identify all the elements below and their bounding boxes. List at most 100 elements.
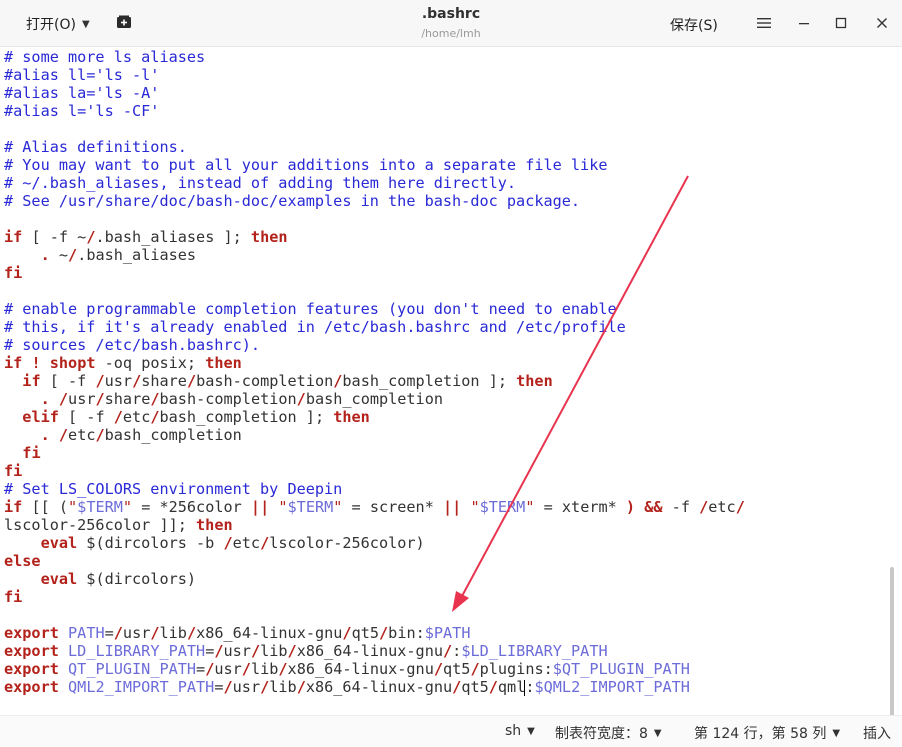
- close-button[interactable]: [870, 12, 894, 34]
- code-token: export: [4, 660, 59, 678]
- code-token: qml: [497, 678, 526, 696]
- language-selector[interactable]: sh ▼: [505, 723, 535, 739]
- code-token: /: [250, 642, 261, 660]
- code-token: # some more ls aliases: [4, 48, 206, 66]
- maximize-button[interactable]: [829, 12, 853, 34]
- code-token: bash-completion: [159, 390, 297, 408]
- code-token: &&: [644, 498, 663, 516]
- code-token: usr: [214, 660, 242, 678]
- code-token: x86_64-linux-gnu: [305, 678, 453, 696]
- code-token: QML2_IMPORT_PATH: [68, 678, 215, 696]
- code-token: bash_completion: [104, 426, 242, 444]
- code-token: /: [260, 678, 270, 696]
- code-token: x86_64-linux-gnu: [296, 642, 443, 660]
- code-token: /: [452, 678, 462, 696]
- code-token: /: [223, 678, 233, 696]
- code-token: /: [186, 372, 197, 390]
- code-token: usr: [104, 372, 133, 390]
- code-token: lib: [260, 642, 288, 660]
- code-token: fi: [4, 264, 23, 282]
- code-token: if: [22, 372, 41, 390]
- code-line: # You may want to put all your additions…: [4, 156, 745, 174]
- code-line: fi: [4, 444, 745, 462]
- code-token: share: [104, 390, 151, 408]
- code-token: /: [113, 624, 123, 642]
- code-token: else: [4, 552, 41, 570]
- code-line: #alias l='ls -CF': [4, 102, 745, 120]
- code-token: fi: [4, 588, 23, 606]
- code-token: bash_completion ];: [159, 408, 334, 426]
- code-token: lscolor-256color ]];: [4, 516, 197, 534]
- code-token: = xterm*: [534, 498, 626, 516]
- chevron-down-icon: ▼: [653, 727, 662, 739]
- code-token: ": [68, 498, 78, 516]
- code-token: fi: [22, 444, 41, 462]
- save-button[interactable]: 保存(S): [670, 15, 718, 35]
- code-token: export: [4, 678, 59, 696]
- code-token: /: [342, 624, 352, 642]
- code-line: # this, if it's already enabled in /etc/…: [4, 318, 745, 336]
- code-token: !: [31, 354, 41, 372]
- code-token: .: [40, 426, 50, 444]
- code-token: -oq posix;: [95, 354, 206, 372]
- code-token: PATH: [68, 624, 105, 642]
- code-token: fi: [4, 462, 23, 480]
- code-token: /: [433, 660, 444, 678]
- code-token: =: [214, 678, 224, 696]
- code-token: #alias la='ls -A': [4, 84, 160, 102]
- vertical-scrollbar[interactable]: [890, 567, 894, 715]
- insert-mode-indicator[interactable]: 插入: [863, 723, 891, 743]
- code-token: lscolor-256color): [269, 534, 425, 552]
- tab-width-label: 制表符宽度：8: [555, 726, 648, 742]
- code-token: [ -f: [58, 408, 114, 426]
- code-token: lib: [250, 660, 279, 678]
- code-token: eval: [40, 534, 78, 552]
- code-token: lib: [159, 624, 187, 642]
- tab-width-selector[interactable]: 制表符宽度：8 ▼: [555, 723, 662, 743]
- code-token: if: [4, 498, 23, 516]
- code-token: shopt: [49, 354, 96, 372]
- code-token: :: [452, 642, 462, 660]
- code-line: eval $(dircolors): [4, 570, 745, 588]
- minimize-icon: [799, 23, 809, 25]
- close-icon: [877, 18, 887, 28]
- code-token: usr: [232, 678, 261, 696]
- code-token: bash_completion: [305, 390, 443, 408]
- code-token: then: [205, 354, 242, 372]
- code-token: ": [278, 498, 288, 516]
- code-line: fi: [4, 462, 745, 480]
- code-editor-area[interactable]: # some more ls aliases #alias ll='ls -l' #…: [0, 47, 896, 715]
- code-token: /: [95, 390, 105, 408]
- code-line: eval $(dircolors -b /etc/lscolor-256colo…: [4, 534, 745, 552]
- code-token: /: [214, 642, 224, 660]
- code-token: /: [296, 678, 306, 696]
- code-token: etc: [708, 498, 736, 516]
- code-line: . ~/.bash_aliases: [4, 246, 745, 264]
- menu-button[interactable]: [752, 12, 776, 34]
- code-token: /: [488, 678, 498, 696]
- code-token: /: [95, 372, 105, 390]
- code-line: lscolor-256color ]]; then: [4, 516, 745, 534]
- code-token: ||: [443, 498, 462, 516]
- code-token: etc: [68, 426, 96, 444]
- code-line: if [ -f ~/.bash_aliases ]; then: [4, 228, 745, 246]
- code-token: export: [4, 642, 59, 660]
- code-token: # You may want to put all your additions…: [4, 156, 608, 174]
- code-line: elif [ -f /etc/bash_completion ]; then: [4, 408, 745, 426]
- code-token: bash_completion ];: [342, 372, 517, 390]
- code-line: # Alias definitions.: [4, 138, 745, 156]
- minimize-button[interactable]: [792, 12, 816, 34]
- hamburger-menu-icon: [757, 18, 771, 28]
- code-token: /: [150, 624, 160, 642]
- code-token: $TERM: [287, 498, 334, 516]
- code-token: /: [186, 624, 197, 642]
